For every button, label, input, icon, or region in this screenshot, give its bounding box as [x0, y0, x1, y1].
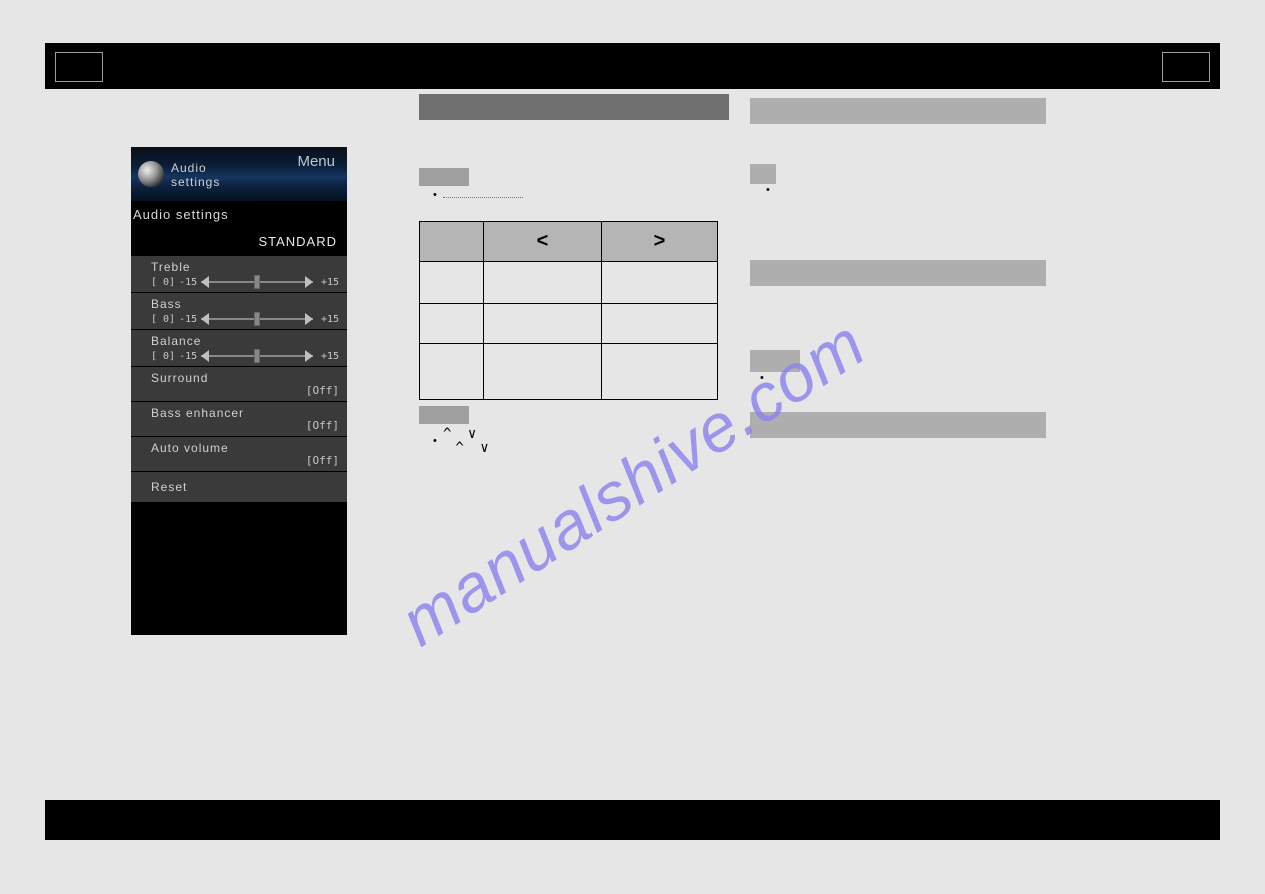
page-body: Menu Audio settings Audio settings STAND…	[45, 89, 1220, 800]
section-heading-band	[750, 260, 1046, 286]
bullet-row: •	[419, 189, 729, 201]
osd-menu-label: Menu	[297, 153, 335, 170]
table-row	[420, 344, 718, 400]
toggle-label: Bass enhancer	[151, 406, 339, 420]
bullet-row: •	[750, 372, 1046, 384]
slider-track[interactable]	[201, 314, 313, 324]
osd-toggle-auto-volume[interactable]: Auto volume Off	[131, 437, 347, 471]
osd-preset: STANDARD	[131, 228, 347, 255]
slider-min: -15	[179, 314, 197, 325]
slider-thumb[interactable]	[254, 312, 260, 326]
osd-slider-balance[interactable]: Balance [ 0] -15 +15	[131, 330, 347, 366]
chevron-left-icon[interactable]	[201, 276, 209, 288]
speaker-icon	[136, 159, 166, 189]
top-right-box	[1162, 52, 1210, 82]
note-tag	[750, 350, 800, 372]
slider-track[interactable]	[201, 277, 313, 287]
slider-label: Bass	[151, 297, 339, 311]
osd-header-line1: Audio	[171, 161, 207, 175]
document-page: Menu Audio settings Audio settings STAND…	[45, 43, 1220, 863]
osd-header: Menu Audio settings	[131, 147, 347, 201]
table-head-empty	[420, 222, 484, 262]
section-heading-band	[419, 94, 729, 120]
slider-thumb[interactable]	[254, 275, 260, 289]
chevron-right-icon[interactable]	[305, 276, 313, 288]
slider-min: -15	[179, 351, 197, 362]
bullet-row: • ^ ∨ ^ ∨	[419, 427, 729, 455]
top-black-bar	[45, 43, 1220, 89]
slider-max: +15	[317, 314, 339, 325]
top-left-box	[55, 52, 103, 82]
table-row	[420, 262, 718, 304]
slider-max: +15	[317, 351, 339, 362]
middle-column: • < > • ^ ∨ ^ ∨	[419, 94, 729, 455]
bullet-row: •	[750, 184, 1046, 196]
section-heading-band	[750, 412, 1046, 438]
section-heading-band	[750, 98, 1046, 124]
slider-track[interactable]	[201, 351, 313, 361]
note-tag	[419, 406, 469, 424]
osd-toggle-surround[interactable]: Surround Off	[131, 367, 347, 401]
table-head-left: <	[484, 222, 602, 262]
osd-header-title: Audio settings	[171, 161, 220, 189]
slider-current: [ 0]	[151, 314, 175, 325]
right-column: • •	[750, 98, 1046, 438]
dotted-link-placeholder	[443, 190, 523, 198]
osd-panel: Menu Audio settings Audio settings STAND…	[131, 147, 347, 635]
toggle-state: Off	[306, 454, 339, 467]
up-down-caret-icon: ^ ∨ ^ ∨	[443, 427, 493, 455]
chevron-right-icon[interactable]	[305, 350, 313, 362]
osd-toggle-bass-enhancer[interactable]: Bass enhancer Off	[131, 402, 347, 436]
slider-label: Treble	[151, 260, 339, 274]
toggle-label: Surround	[151, 371, 339, 385]
chevron-left-icon[interactable]	[201, 313, 209, 325]
osd-header-line2: settings	[171, 175, 220, 189]
toggle-label: Auto volume	[151, 441, 339, 455]
osd-slider-treble[interactable]: Treble [ 0] -15 +15	[131, 256, 347, 292]
slider-min: -15	[179, 277, 197, 288]
slider-max: +15	[317, 277, 339, 288]
chevron-left-icon[interactable]	[201, 350, 209, 362]
toggle-state: Off	[306, 419, 339, 432]
table-head-right: >	[602, 222, 718, 262]
slider-current: [ 0]	[151, 351, 175, 362]
osd-section-title: Audio settings	[131, 201, 347, 228]
osd-reset[interactable]: Reset	[131, 472, 347, 502]
slider-current: [ 0]	[151, 277, 175, 288]
slider-thumb[interactable]	[254, 349, 260, 363]
note-tag	[419, 168, 469, 186]
table-row	[420, 304, 718, 344]
slider-label: Balance	[151, 334, 339, 348]
bottom-black-bar	[45, 800, 1220, 840]
chevron-right-icon[interactable]	[305, 313, 313, 325]
toggle-state: Off	[306, 384, 339, 397]
table-head-row: < >	[420, 222, 718, 262]
osd-slider-bass[interactable]: Bass [ 0] -15 +15	[131, 293, 347, 329]
balance-table: < >	[419, 221, 718, 400]
note-tag	[750, 164, 776, 184]
